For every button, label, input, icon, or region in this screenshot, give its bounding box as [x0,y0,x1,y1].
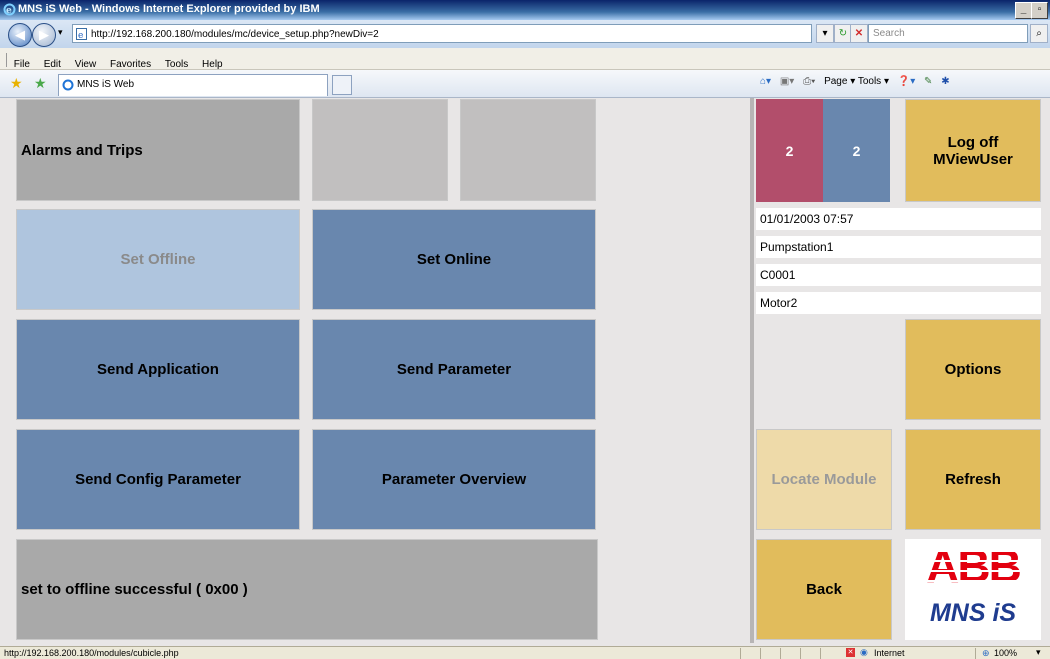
menu-favorites[interactable]: Favorites [110,59,151,70]
url-dropdown-button[interactable]: ▾ [816,24,834,43]
window-title: MNS iS Web - Windows Internet Explorer p… [18,3,320,15]
empty-tile-1 [312,99,448,201]
tab-ie-icon [62,79,74,91]
ie-logo-icon: e [3,3,16,16]
datetime-field: 01/01/2003 07:57 [756,208,1041,230]
log-off-button[interactable]: Log off MViewUser [905,99,1041,202]
protected-mode-icon: ✕ [846,648,855,657]
refresh-button[interactable]: Refresh [905,429,1041,530]
menu-bar: File Edit View Favorites Tools Help [0,48,1050,70]
zoom-icon[interactable]: ⊕ [982,648,990,659]
new-tab-button[interactable] [332,75,352,95]
abb-mns-is-logo: ABB MNS iS [905,539,1041,640]
back-nav-button[interactable]: ◀ [8,23,32,47]
menu-view[interactable]: View [75,59,97,70]
browser-tab[interactable]: MNS iS Web [58,74,328,96]
url-text: http://192.168.200.180/modules/mc/device… [91,29,379,40]
search-input[interactable]: Search [868,24,1028,43]
status-message: set to offline successful ( 0x00 ) [16,539,598,640]
options-button[interactable]: Options [905,319,1041,420]
send-application-button[interactable]: Send Application [16,319,300,420]
alarms-and-trips-button[interactable]: Alarms and Trips [16,99,300,201]
log-off-label: Log off [947,133,999,151]
menu-tools[interactable]: Tools [165,59,188,70]
bluetooth-icon[interactable]: ✱ [941,76,949,87]
print-icon[interactable]: ⎙▾ [803,76,815,87]
back-button[interactable]: Back [756,539,892,640]
trip-counter-badge[interactable]: 2 [823,99,890,202]
minimize-button[interactable]: _ [1015,2,1032,19]
log-off-user: MViewUser [933,150,1013,168]
maximize-button[interactable]: ▫ [1031,2,1048,19]
parameter-overview-button[interactable]: Parameter Overview [312,429,596,530]
internet-zone-icon: ◉ [860,647,868,657]
send-config-parameter-button[interactable]: Send Config Parameter [16,429,300,530]
zoom-level[interactable]: 100% [994,648,1017,658]
add-favorites-icon[interactable]: ★ [34,75,47,92]
status-url: http://192.168.200.180/modules/cubicle.p… [4,648,179,658]
device-field: Motor2 [756,292,1041,314]
status-bar: http://192.168.200.180/modules/cubicle.p… [0,646,1050,659]
url-field[interactable]: e http://192.168.200.180/modules/mc/devi… [72,24,812,43]
cubicle-field: C0001 [756,264,1041,286]
frame-splitter[interactable] [750,98,754,643]
menu-help[interactable]: Help [202,59,223,70]
command-bar: ⌂▾ ▣▾ ⎙▾ Page ▾ Tools ▾ ❓▾ ✎ ✱ [760,76,950,87]
history-dropdown-icon[interactable]: ▾ [58,27,63,38]
menu-edit[interactable]: Edit [44,59,61,70]
empty-tile-2 [460,99,596,201]
tab-title: MNS iS Web [77,79,135,90]
home-icon[interactable]: ⌂▾ [760,76,771,87]
zone-label: Internet [874,648,905,658]
search-icon[interactable]: ⌕ [1030,24,1048,43]
research-icon[interactable]: ✎ [924,76,932,87]
stop-icon[interactable]: ✕ [850,24,868,43]
command-bar-text[interactable]: Page ▾ Tools ▾ [824,76,889,87]
favorites-bar: ★ ★ MNS iS Web ⌂▾ ▣▾ ⎙▾ Page ▾ Tools ▾ ❓… [0,70,1050,98]
station-field: Pumpstation1 [756,236,1041,258]
address-bar: ◀ ▶ ▾ e http://192.168.200.180/modules/m… [0,20,1050,48]
help-icon[interactable]: ❓▾ [898,76,915,87]
page-icon: e [76,28,87,40]
svg-text:e: e [6,6,12,16]
set-online-button[interactable]: Set Online [312,209,596,310]
send-parameter-button[interactable]: Send Parameter [312,319,596,420]
locate-module-button[interactable]: Locate Module [756,429,892,530]
svg-text:e: e [78,31,83,40]
mns-is-wordmark: MNS iS [929,599,1017,627]
set-offline-button[interactable]: Set Offline [16,209,300,310]
window-title-bar: e MNS iS Web - Windows Internet Explorer… [0,0,1050,20]
favorites-star-icon[interactable]: ★ [10,75,23,92]
feeds-icon[interactable]: ▣▾ [780,76,794,87]
zoom-dropdown-icon[interactable]: ▾ [1036,647,1041,658]
forward-nav-button[interactable]: ▶ [32,23,56,47]
abb-stripes [915,550,1031,582]
menu-file[interactable]: File [14,59,30,70]
alarm-counter-badge[interactable]: 2 [756,99,823,202]
